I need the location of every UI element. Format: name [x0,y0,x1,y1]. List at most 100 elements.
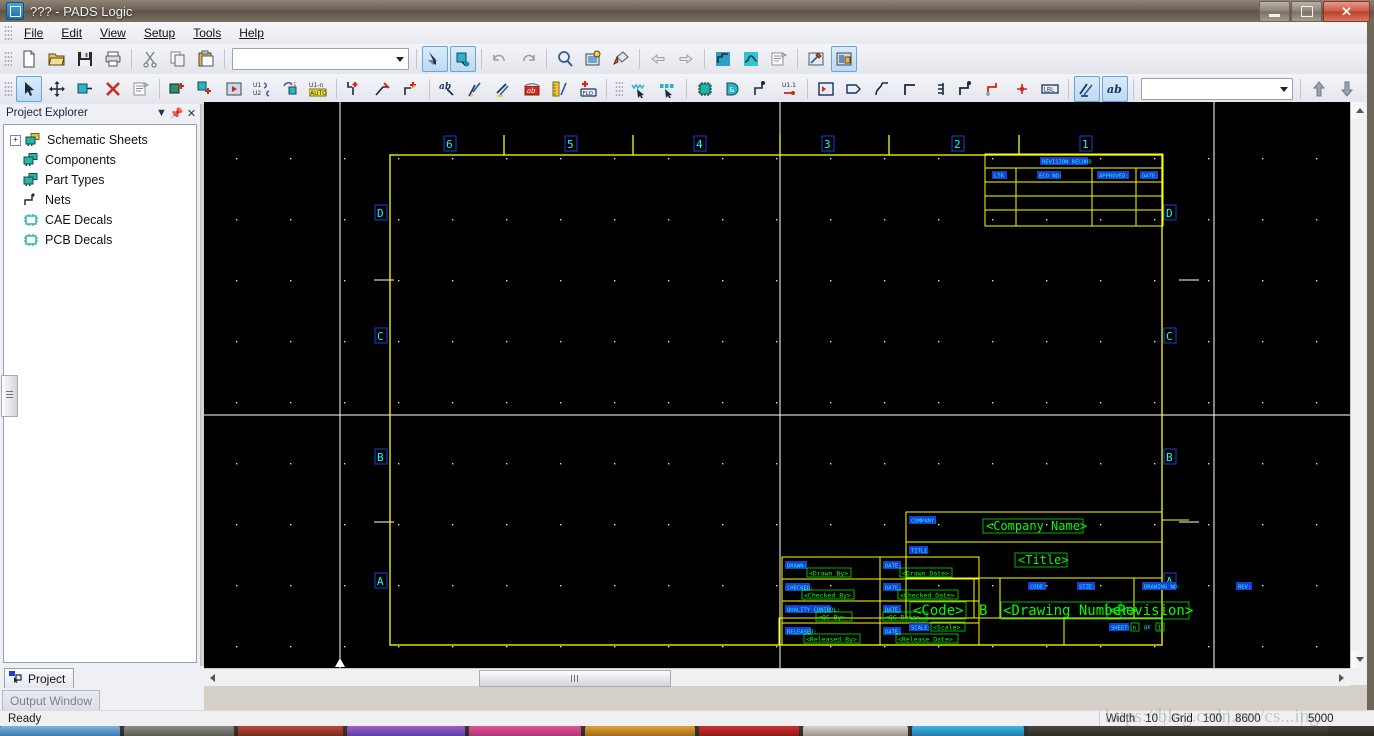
chip-icon[interactable] [692,76,718,102]
auto-rename-icon[interactable]: U1-n AUTO [305,76,331,102]
move-down-icon[interactable] [1334,76,1360,102]
move-up-icon[interactable] [1306,76,1332,102]
sheet-view-icon[interactable] [580,46,606,72]
off-page-icon[interactable] [841,76,867,102]
taskbar-item[interactable] [699,726,799,736]
taskbar-item[interactable] [585,726,695,736]
delete-icon[interactable] [100,76,126,102]
zoom-icon[interactable] [552,46,578,72]
horizontal-scrollbar[interactable] [204,668,1350,687]
open-file-icon[interactable] [44,46,70,72]
add-sheet-icon[interactable] [221,76,247,102]
hierarchy-block-icon[interactable] [813,76,839,102]
taskbar-item[interactable] [238,726,343,736]
copy-part-icon[interactable] [72,76,98,102]
vertical-scroll-thumb[interactable] [1,375,18,417]
bus-tap-icon[interactable] [869,76,895,102]
menu-help[interactable]: Help [230,24,273,42]
maximize-button[interactable] [1291,1,1322,22]
standard-toolbar-grip[interactable] [4,51,12,67]
expander-icon[interactable]: + [10,134,21,146]
schematic-canvas[interactable]: 6 5 4 3 2 1 D D C C B B A A REVISION REC… [204,102,1350,668]
taskbar-item[interactable] [803,726,908,736]
copy-icon[interactable] [165,46,191,72]
vertical-scrollbar[interactable] [1350,102,1368,668]
corner-icon[interactable] [897,76,923,102]
design-tool-icon[interactable] [803,46,829,72]
report-icon[interactable] [766,46,792,72]
paste-icon[interactable] [193,46,219,72]
swap-pins-icon[interactable]: U1 U2 [249,76,275,102]
design-toolbar-combo[interactable] [1141,78,1293,100]
select-arrow-icon[interactable] [16,76,42,102]
taskbar-item[interactable] [124,726,234,736]
pin-icon[interactable] [748,76,774,102]
edit-text-icon[interactable] [491,76,517,102]
menu-grip[interactable] [4,25,12,41]
properties-icon[interactable] [128,76,154,102]
undo-icon[interactable] [487,46,513,72]
select-net-icon[interactable] [450,46,476,72]
scroll-right-button[interactable] [1333,669,1350,686]
sidebar-item-cae-decals[interactable]: CAE Decals [4,210,196,230]
ruler-icon[interactable] [547,76,573,102]
terminal-icon[interactable] [925,76,951,102]
schematic-drawing[interactable]: 6 5 4 3 2 1 D D C C B B A A REVISION REC… [204,102,1350,668]
print-icon[interactable] [100,46,126,72]
add-signal-icon[interactable] [398,76,424,102]
refresh-paint-icon[interactable] [608,46,634,72]
add-part-icon[interactable] [165,76,191,102]
taskbar-item[interactable] [0,726,120,736]
save-icon[interactable] [72,46,98,72]
menu-setup[interactable]: Setup [135,24,184,42]
next-sheet-icon[interactable] [673,46,699,72]
add-net-flag-icon[interactable] [342,76,368,102]
move-icon[interactable] [44,76,70,102]
minimize-button[interactable] [1259,1,1290,22]
sidebar-item-schematic-sheets[interactable]: + Schematic Sheets [4,130,196,150]
menu-edit[interactable]: Edit [52,24,91,42]
taskbar-item[interactable] [912,726,1024,736]
taskbar-item[interactable] [347,726,465,736]
new-file-icon[interactable] [16,46,42,72]
cut-icon[interactable] [137,46,163,72]
sidebar-item-part-types[interactable]: Part Types [4,170,196,190]
previous-sheet-icon[interactable] [645,46,671,72]
project-tree[interactable]: + Schematic Sheets Components Part Types [3,124,197,663]
design-toolbar-grip-2[interactable] [615,81,623,97]
chevron-down-icon[interactable]: ▼ [155,107,168,120]
connector-icon[interactable] [953,76,979,102]
scroll-left-button[interactable] [204,669,221,686]
select-nets-icon[interactable] [627,76,653,102]
redo-icon[interactable] [515,46,541,72]
sidebar-item-components[interactable]: Components [4,150,196,170]
design-toolbar-grip[interactable] [4,81,12,97]
part-pin-icon[interactable]: U1.1 [776,76,802,102]
gate-buffer-icon[interactable]: & [720,76,746,102]
bus-icon[interactable] [738,46,764,72]
close-icon[interactable]: ✕ [185,107,198,120]
sidebar-item-pcb-decals[interactable]: PCB Decals [4,230,196,250]
library-icon[interactable] [831,46,857,72]
close-button[interactable]: ✕ [1323,1,1370,22]
edit-attr-icon[interactable] [463,76,489,102]
taskbar-item[interactable] [469,726,581,736]
net-highlight-icon[interactable] [1074,76,1100,102]
add-connection-icon[interactable] [193,76,219,102]
output-window-button[interactable]: Output Window [2,690,100,711]
label-ab-icon[interactable]: ab [519,76,545,102]
horizontal-scroll-thumb[interactable] [479,670,671,687]
menu-view[interactable]: View [91,24,135,42]
select-parts-icon[interactable] [655,76,681,102]
swap-gates-icon[interactable]: +1 [277,76,303,102]
scroll-up-button[interactable] [1351,102,1368,119]
taskbar-item[interactable] [1028,726,1328,736]
pin-icon[interactable]: 📌 [170,107,184,120]
edit-ref-icon[interactable]: ab [435,76,461,102]
junction-icon[interactable] [981,76,1007,102]
tab-project[interactable]: Project [4,668,75,688]
edit-net-icon[interactable] [370,76,396,102]
menu-tools[interactable]: Tools [184,24,230,42]
menu-file[interactable]: File [15,24,52,42]
net-point-icon[interactable] [1009,76,1035,102]
